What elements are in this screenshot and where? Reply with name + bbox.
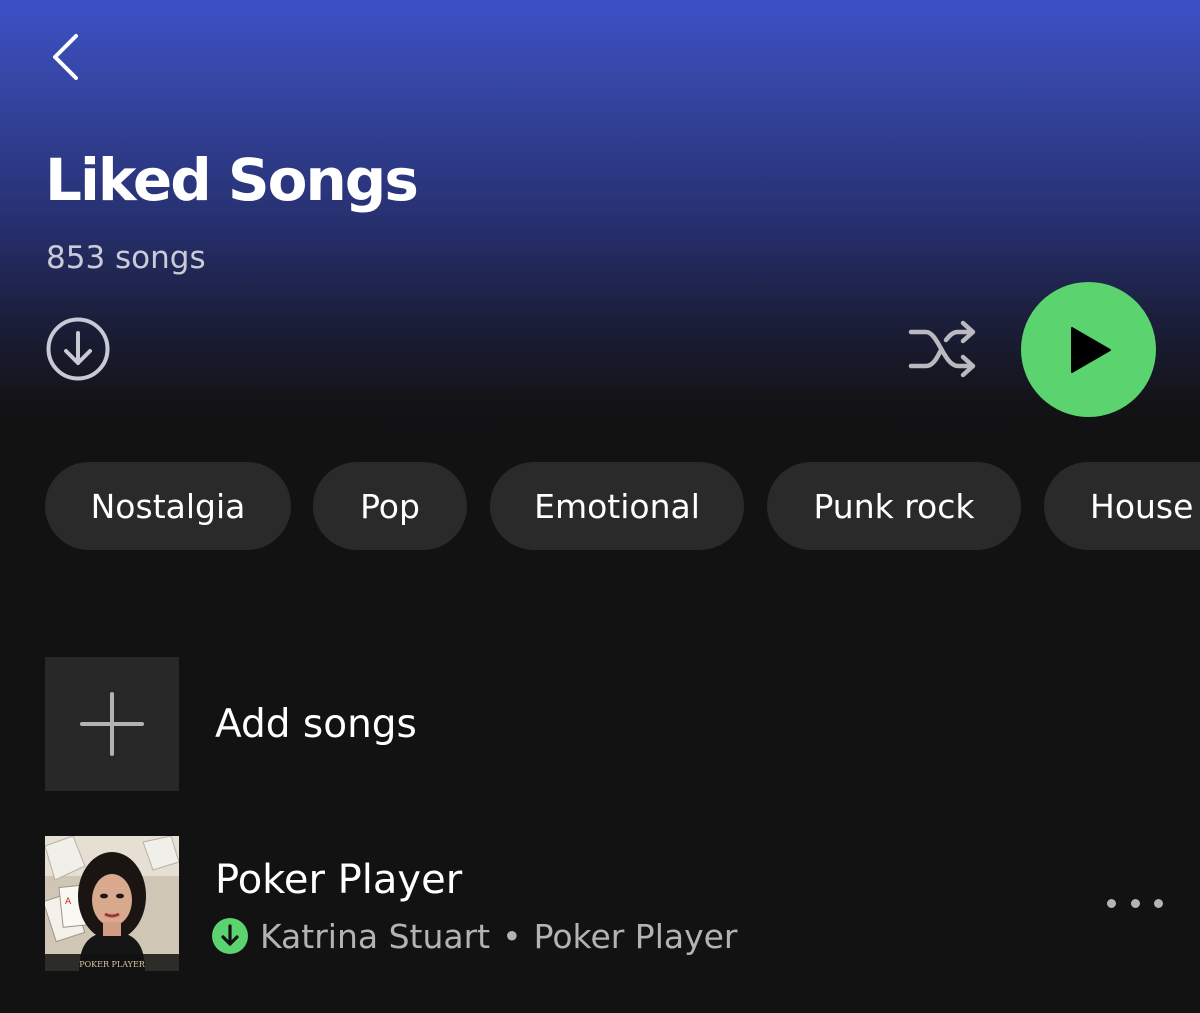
filter-chip-punk-rock[interactable]: Punk rock [767, 462, 1021, 550]
track-meta: Katrina Stuart • Poker Player [212, 914, 738, 958]
track-artist: Katrina Stuart [260, 916, 491, 956]
album-cover: A POKER PLAYER [45, 836, 179, 971]
meta-separator: • [502, 916, 522, 956]
play-icon [1070, 326, 1111, 373]
more-options-icon [1130, 898, 1140, 908]
album-cover-image: A POKER PLAYER [45, 836, 179, 971]
back-button[interactable] [40, 28, 90, 86]
track-row[interactable]: A POKER PLAYER Poker Player Katrina Stua… [45, 836, 1163, 971]
add-songs-row[interactable]: Add songs [45, 657, 1155, 791]
track-album: Poker Player [533, 916, 738, 956]
filter-chip-pop[interactable]: Pop [313, 462, 467, 550]
plus-icon [80, 692, 144, 756]
add-songs-tile [45, 657, 179, 791]
album-cover-text: POKER PLAYER [79, 960, 146, 969]
liked-songs-page: Liked Songs 853 songs Nostalgia Pop Emot… [0, 0, 1200, 1013]
page-title: Liked Songs [45, 146, 419, 214]
downloaded-icon [212, 918, 248, 954]
add-songs-label: Add songs [215, 702, 417, 747]
filter-chip-label: Emotional [534, 486, 700, 526]
filter-chip-label: Nostalgia [90, 486, 246, 526]
svg-text:A: A [65, 897, 72, 907]
shuffle-icon [908, 320, 976, 378]
more-options-icon [1154, 898, 1163, 908]
filter-chip-label: Pop [360, 486, 420, 526]
more-options-icon [1107, 898, 1116, 908]
filter-chip-nostalgia[interactable]: Nostalgia [45, 462, 291, 550]
filter-chip-label: House [1090, 486, 1194, 526]
filter-chip-label: Punk rock [813, 486, 975, 526]
chevron-left-icon [53, 34, 78, 80]
download-button[interactable] [45, 316, 111, 382]
filter-chips: Nostalgia Pop Emotional Punk rock House [45, 462, 1200, 550]
download-circle-icon [46, 317, 110, 381]
filter-chip-house[interactable]: House [1044, 462, 1200, 550]
song-count: 853 songs [46, 240, 206, 276]
header-gradient [0, 0, 1200, 440]
play-button[interactable] [1021, 282, 1156, 417]
more-options-button[interactable] [1107, 888, 1163, 918]
track-title: Poker Player [215, 857, 463, 903]
shuffle-button[interactable] [906, 318, 980, 380]
filter-chip-emotional[interactable]: Emotional [490, 462, 744, 550]
